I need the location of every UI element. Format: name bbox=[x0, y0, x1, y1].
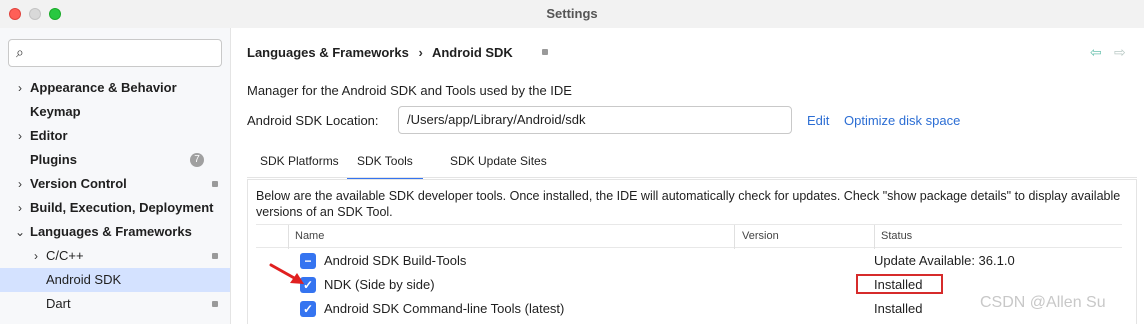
project-scope-icon bbox=[212, 181, 218, 187]
sidebar-item-label: Build, Execution, Deployment bbox=[30, 200, 214, 215]
chevron-right-icon[interactable]: › bbox=[14, 76, 26, 100]
tool-name: Android SDK Build-Tools bbox=[324, 253, 467, 268]
column-divider bbox=[734, 225, 735, 249]
title-bar: Settings bbox=[0, 0, 1144, 28]
checked-checkbox[interactable]: ✓ bbox=[300, 301, 316, 317]
search-icon: ⌕ bbox=[16, 44, 24, 60]
forward-arrow-icon[interactable]: ⇨ bbox=[1114, 44, 1126, 61]
sidebar-item-label: Keymap bbox=[30, 104, 81, 119]
sidebar-item-plugins[interactable]: Plugins 7 bbox=[0, 148, 230, 172]
tool-name: Android SDK Command-line Tools (latest) bbox=[324, 301, 565, 316]
sidebar-item-keymap[interactable]: Keymap bbox=[0, 100, 230, 124]
breadcrumb: Languages & Frameworks › Android SDK bbox=[247, 45, 519, 60]
sidebar-item-appearance-behavior[interactable]: › Appearance & Behavior bbox=[0, 76, 230, 100]
sidebar-item-android-sdk[interactable]: Android SDK bbox=[0, 268, 230, 292]
breadcrumb-item: Android SDK bbox=[431, 45, 513, 60]
sidebar-item-build-execution-deployment[interactable]: › Build, Execution, Deployment bbox=[0, 196, 230, 220]
sidebar-item-label: Android SDK bbox=[46, 272, 122, 287]
tab-sdk-tools[interactable]: SDK Tools bbox=[347, 154, 423, 180]
sidebar-item-label: Plugins bbox=[30, 152, 77, 167]
tool-status: Update Available: 36.1.0 bbox=[874, 253, 1015, 268]
main-content: Languages & Frameworks › Android SDK ⇦ ⇨… bbox=[232, 28, 1144, 324]
sdk-location-label: Android SDK Location: bbox=[247, 113, 379, 128]
panel-description: Below are the available SDK developer to… bbox=[256, 189, 1121, 219]
chevron-right-icon[interactable]: › bbox=[30, 244, 42, 268]
optimize-disk-space-link[interactable]: Optimize disk space bbox=[844, 113, 960, 128]
breadcrumb-separator: › bbox=[418, 45, 423, 60]
sidebar-item-languages-frameworks[interactable]: ⌄ Languages & Frameworks bbox=[0, 220, 230, 244]
column-divider bbox=[874, 225, 875, 249]
sidebar-item-label: Dart bbox=[46, 296, 71, 311]
edit-link[interactable]: Edit bbox=[807, 113, 829, 128]
settings-sidebar: ⌕ › Appearance & Behavior Keymap › Edito… bbox=[0, 28, 231, 324]
sdk-location-field[interactable]: /Users/app/Library/Android/sdk bbox=[398, 106, 792, 134]
window-title: Settings bbox=[546, 6, 598, 21]
sidebar-item-label: C/C++ bbox=[46, 248, 84, 263]
column-header-version[interactable]: Version bbox=[742, 230, 779, 242]
plugins-count-badge: 7 bbox=[190, 153, 204, 167]
sidebar-item-label: Version Control bbox=[30, 176, 127, 191]
sidebar-item-cpp[interactable]: › C/C++ bbox=[0, 244, 230, 268]
column-divider bbox=[288, 225, 289, 249]
sidebar-item-version-control[interactable]: › Version Control bbox=[0, 172, 230, 196]
search-input[interactable]: ⌕ bbox=[8, 39, 222, 67]
page-description: Manager for the Android SDK and Tools us… bbox=[247, 83, 572, 98]
annotation-arrow-icon bbox=[269, 263, 304, 284]
sidebar-item-label: Appearance & Behavior bbox=[30, 80, 177, 95]
breadcrumb-item[interactable]: Languages & Frameworks bbox=[247, 45, 409, 60]
project-scope-icon bbox=[542, 49, 548, 55]
sdk-tabs: SDK Platforms SDK Tools SDK Update Sites bbox=[247, 144, 1137, 180]
sidebar-item-editor[interactable]: › Editor bbox=[0, 124, 230, 148]
chevron-right-icon[interactable]: › bbox=[14, 124, 26, 148]
project-scope-icon bbox=[212, 253, 218, 259]
sidebar-item-dart[interactable]: Dart bbox=[0, 292, 230, 316]
column-header-name[interactable]: Name bbox=[295, 230, 324, 242]
tool-name: NDK (Side by side) bbox=[324, 277, 435, 292]
chevron-right-icon[interactable]: › bbox=[14, 196, 26, 220]
sidebar-item-label: Languages & Frameworks bbox=[30, 224, 192, 239]
tab-sdk-update-sites[interactable]: SDK Update Sites bbox=[450, 154, 547, 168]
tool-status: Installed bbox=[874, 277, 923, 292]
back-arrow-icon[interactable]: ⇦ bbox=[1090, 44, 1102, 61]
chevron-down-icon[interactable]: ⌄ bbox=[14, 220, 26, 244]
tool-status: Installed bbox=[874, 301, 923, 316]
column-header-status[interactable]: Status bbox=[881, 230, 912, 242]
chevron-right-icon[interactable]: › bbox=[14, 172, 26, 196]
table-row[interactable]: − Android SDK Build-Tools Update Availab… bbox=[256, 249, 1122, 273]
project-scope-icon bbox=[212, 301, 218, 307]
sidebar-item-label: Editor bbox=[30, 128, 68, 143]
tab-sdk-platforms[interactable]: SDK Platforms bbox=[260, 154, 339, 168]
table-header: Name Version Status bbox=[256, 224, 1122, 249]
watermark: CSDN @Allen Su bbox=[980, 294, 1106, 311]
